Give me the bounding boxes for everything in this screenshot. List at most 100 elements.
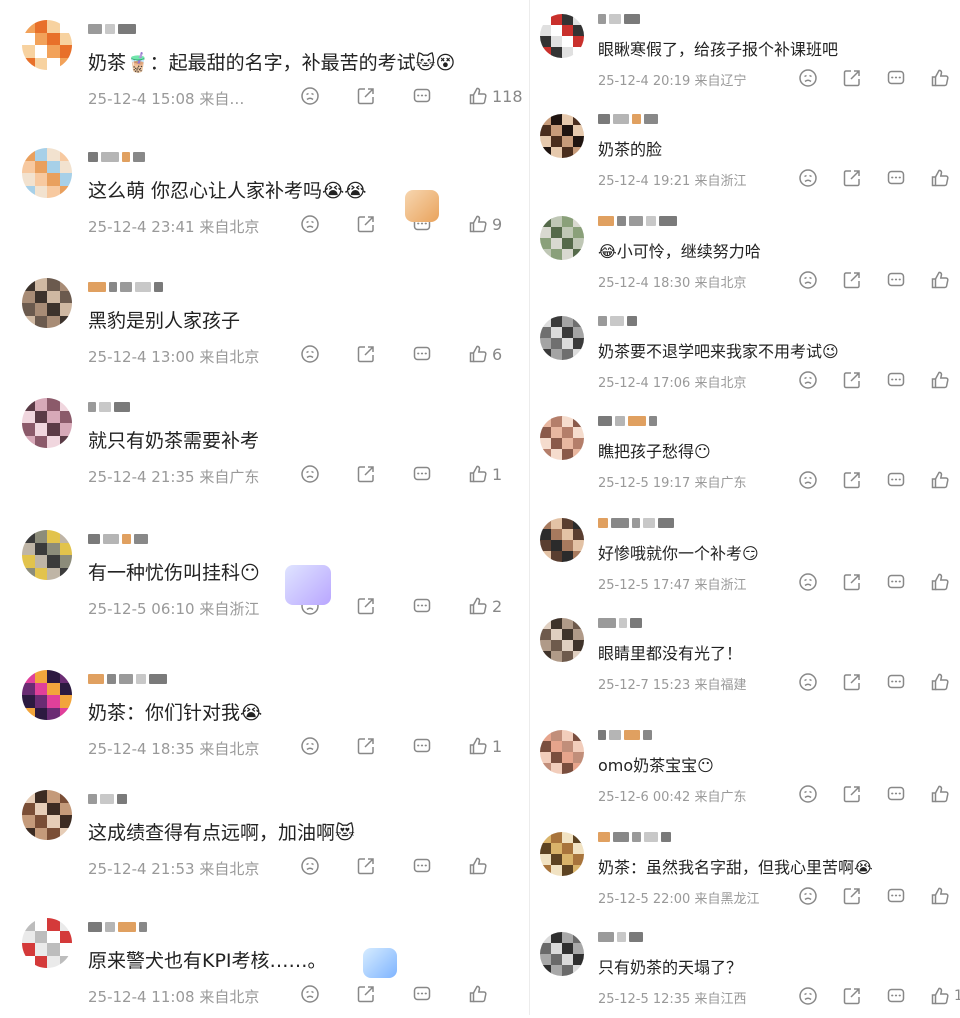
reply-button[interactable] (412, 984, 468, 1004)
avatar[interactable] (540, 216, 584, 260)
dislike-button[interactable] (300, 856, 356, 876)
username-blurred[interactable] (598, 516, 674, 530)
dislike-button[interactable] (300, 214, 356, 234)
username-blurred[interactable] (88, 22, 136, 36)
username-blurred[interactable] (88, 532, 148, 546)
dislike-button[interactable] (798, 572, 842, 592)
avatar[interactable] (540, 416, 584, 460)
share-button[interactable] (356, 856, 412, 876)
reply-button[interactable] (886, 370, 930, 390)
like-button[interactable]: 1 (468, 736, 524, 756)
share-button[interactable] (356, 344, 412, 364)
like-button[interactable] (930, 672, 960, 692)
like-button[interactable] (930, 886, 960, 906)
avatar[interactable] (22, 278, 72, 328)
dislike-button[interactable] (798, 370, 842, 390)
avatar[interactable] (22, 530, 72, 580)
username-blurred[interactable] (88, 792, 127, 806)
avatar[interactable] (540, 618, 584, 662)
reply-button[interactable] (886, 784, 930, 804)
reply-button[interactable] (412, 464, 468, 484)
username-blurred[interactable] (598, 314, 637, 328)
username-blurred[interactable] (598, 616, 642, 630)
reply-button[interactable] (886, 886, 930, 906)
dislike-button[interactable] (798, 886, 842, 906)
username-blurred[interactable] (598, 214, 677, 228)
avatar[interactable] (22, 918, 72, 968)
dislike-button[interactable] (300, 736, 356, 756)
reply-button[interactable] (886, 470, 930, 490)
dislike-button[interactable] (300, 86, 356, 106)
like-button[interactable]: 9 (468, 214, 524, 234)
share-button[interactable] (356, 596, 412, 616)
avatar[interactable] (540, 932, 584, 976)
share-button[interactable] (356, 736, 412, 756)
avatar[interactable] (540, 14, 584, 58)
share-button[interactable] (842, 68, 886, 88)
username-blurred[interactable] (598, 112, 658, 126)
dislike-button[interactable] (300, 984, 356, 1004)
username-blurred[interactable] (88, 150, 145, 164)
username-blurred[interactable] (598, 12, 640, 26)
avatar[interactable] (540, 114, 584, 158)
reply-button[interactable] (412, 856, 468, 876)
share-button[interactable] (356, 86, 412, 106)
like-button[interactable] (930, 470, 960, 490)
username-blurred[interactable] (88, 672, 167, 686)
username-blurred[interactable] (598, 930, 643, 944)
share-button[interactable] (842, 784, 886, 804)
like-button[interactable]: 1 (468, 464, 524, 484)
reply-button[interactable] (412, 86, 468, 106)
share-button[interactable] (842, 986, 886, 1006)
avatar[interactable] (540, 316, 584, 360)
reply-button[interactable] (886, 672, 930, 692)
avatar[interactable] (22, 398, 72, 448)
dislike-button[interactable] (300, 344, 356, 364)
like-button[interactable]: 6 (468, 344, 524, 364)
username-blurred[interactable] (598, 728, 652, 742)
reply-button[interactable] (886, 270, 930, 290)
avatar[interactable] (540, 518, 584, 562)
dislike-button[interactable] (798, 986, 842, 1006)
reply-button[interactable] (412, 596, 468, 616)
avatar[interactable] (540, 832, 584, 876)
username-blurred[interactable] (88, 400, 130, 414)
share-button[interactable] (842, 572, 886, 592)
share-button[interactable] (356, 214, 412, 234)
share-button[interactable] (842, 370, 886, 390)
share-button[interactable] (842, 270, 886, 290)
reply-button[interactable] (886, 986, 930, 1006)
like-button[interactable] (930, 68, 960, 88)
dislike-button[interactable] (798, 68, 842, 88)
like-button[interactable] (930, 572, 960, 592)
like-button[interactable] (930, 168, 960, 188)
like-button[interactable]: 1 (930, 986, 960, 1006)
avatar[interactable] (22, 20, 72, 70)
reply-button[interactable] (412, 344, 468, 364)
reply-button[interactable] (886, 572, 930, 592)
share-button[interactable] (842, 470, 886, 490)
avatar[interactable] (22, 670, 72, 720)
reply-button[interactable] (886, 168, 930, 188)
reply-button[interactable] (886, 68, 930, 88)
like-button[interactable] (468, 856, 524, 876)
username-blurred[interactable] (88, 280, 163, 294)
like-button[interactable] (468, 984, 524, 1004)
username-blurred[interactable] (598, 414, 657, 428)
dislike-button[interactable] (798, 470, 842, 490)
avatar[interactable] (22, 148, 72, 198)
share-button[interactable] (356, 464, 412, 484)
reply-button[interactable] (412, 736, 468, 756)
like-button[interactable]: 118 (468, 86, 524, 106)
share-button[interactable] (842, 168, 886, 188)
dislike-button[interactable] (798, 672, 842, 692)
dislike-button[interactable] (300, 464, 356, 484)
username-blurred[interactable] (598, 830, 671, 844)
avatar[interactable] (540, 730, 584, 774)
username-blurred[interactable] (88, 920, 147, 934)
like-button[interactable] (930, 370, 960, 390)
share-button[interactable] (842, 672, 886, 692)
dislike-button[interactable] (798, 168, 842, 188)
share-button[interactable] (842, 886, 886, 906)
dislike-button[interactable] (798, 784, 842, 804)
